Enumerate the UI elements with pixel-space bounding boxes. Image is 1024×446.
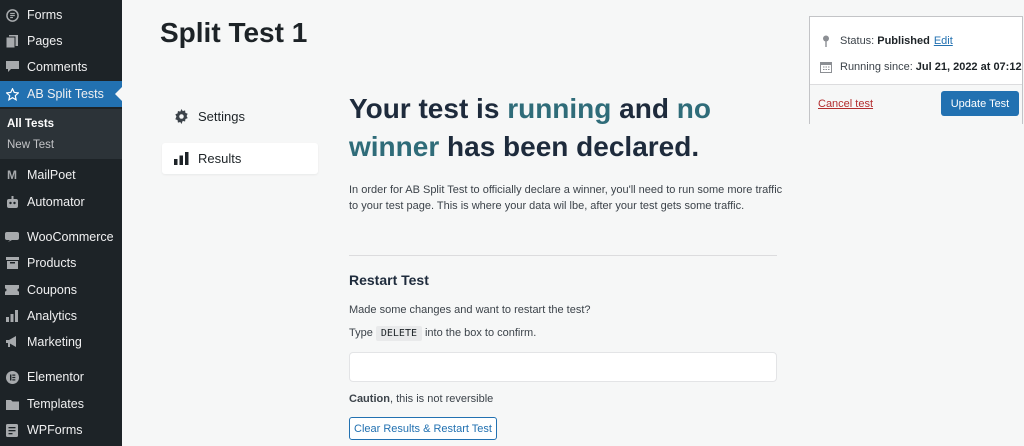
caution-text: , this is not reversible (389, 393, 494, 405)
forms-icon (5, 8, 19, 22)
cancel-test-link[interactable]: Cancel test (818, 98, 873, 110)
publish-box: Status: Published Edit Running since: Jul 2… (809, 16, 1023, 124)
running-value: Jul 21, 2022 at 07:12 (915, 61, 1022, 73)
folder-icon (5, 397, 19, 411)
pages-icon (5, 34, 19, 48)
sidebar-item-label: Automator (27, 195, 85, 209)
sidebar-item-label: Analytics (27, 309, 78, 323)
sidebar-item-coupons[interactable]: Coupons (0, 277, 122, 303)
gear-icon (173, 109, 189, 125)
restart-prompt: Made some changes and want to restart th… (349, 304, 591, 316)
tab-results[interactable]: Results (162, 143, 318, 174)
tab-settings[interactable]: Settings (162, 101, 318, 132)
comments-icon (5, 60, 19, 74)
section-divider (349, 255, 777, 256)
sidebar-item-label: WooCommerce (27, 230, 114, 244)
headline-text: and (611, 93, 677, 124)
pin-icon (820, 35, 832, 47)
caution-label: Caution (349, 393, 390, 405)
submenu-item-all-tests[interactable]: All Tests (7, 118, 54, 130)
caution-note: Caution, this is not reversible (349, 393, 493, 405)
sidebar-item-pages[interactable]: Pages (0, 28, 122, 54)
tab-label: Results (198, 151, 242, 166)
delete-code: DELETE (375, 326, 422, 341)
headline-text: has been declared. (439, 131, 700, 162)
sidebar-item-label: Comments (27, 60, 88, 74)
sidebar-item-label: Forms (27, 8, 63, 22)
elementor-icon (5, 370, 19, 384)
sidebar-item-marketing[interactable]: Marketing (0, 329, 122, 355)
sidebar-item-wpforms[interactable]: WPForms (0, 417, 122, 443)
admin-sidebar: Forms Pages Comments AB Split Tests All … (0, 0, 122, 446)
sidebar-item-label: Pages (27, 34, 63, 48)
products-icon (5, 256, 19, 270)
sidebar-item-ab-split-tests[interactable]: AB Split Tests (0, 81, 122, 107)
update-test-button[interactable]: Update Test (941, 91, 1019, 116)
status-value: Published (877, 35, 930, 47)
submenu-item-new-test[interactable]: New Test (7, 139, 54, 151)
results-description: In order for AB Split Test to officially… (349, 184, 783, 212)
publish-actions: Cancel test Update Test (810, 84, 1022, 124)
running-since-row: Running since: Jul 21, 2022 at 07:12 (820, 61, 1022, 73)
sidebar-item-templates[interactable]: Templates (0, 391, 122, 417)
confirm-instruction: Type DELETE into the box to confirm. (349, 326, 536, 341)
clear-results-restart-button[interactable]: Clear Results & Restart Test (349, 417, 497, 440)
sidebar-item-automator[interactable]: Automator (0, 189, 122, 215)
sidebar-item-label: Marketing (27, 335, 82, 349)
status-row: Status: Published Edit (820, 35, 953, 47)
running-label: Running since: (840, 61, 913, 73)
mailpoet-icon: M (7, 168, 17, 182)
restart-test-title: Restart Test (349, 272, 429, 288)
sidebar-item-label: AB Split Tests (27, 87, 104, 101)
sidebar-item-mailpoet[interactable]: M MailPoet (0, 162, 122, 188)
headline-text: Your test is (349, 93, 508, 124)
page-title: Split Test 1 (160, 17, 308, 48)
sidebar-item-label: MailPoet (27, 168, 76, 182)
sidebar-submenu: All Tests New Test (0, 109, 122, 159)
sidebar-item-analytics[interactable]: Analytics (0, 303, 122, 329)
status-label: Status: (840, 35, 875, 47)
sidebar-item-label: Elementor (27, 370, 84, 384)
sidebar-item-label: Templates (27, 397, 84, 411)
analytics-icon (5, 309, 19, 323)
sidebar-item-woocommerce[interactable]: WooCommerce (0, 224, 122, 250)
sidebar-item-elementor[interactable]: Elementor (0, 364, 122, 390)
results-headline: Your test is running and no winner has b… (349, 90, 769, 166)
confirm-delete-input[interactable] (349, 352, 777, 382)
wpforms-icon (5, 423, 19, 437)
sidebar-item-label: WPForms (27, 423, 83, 437)
sidebar-item-forms[interactable]: Forms (0, 2, 122, 28)
instruction-text: Type (349, 327, 373, 339)
headline-highlight-running: running (507, 93, 612, 124)
edit-status-link[interactable]: Edit (934, 35, 953, 47)
instruction-text: into the box to confirm. (424, 327, 537, 339)
woocommerce-icon (5, 230, 19, 244)
megaphone-icon (5, 335, 19, 349)
calendar-icon (820, 61, 832, 73)
coupons-icon (5, 283, 19, 297)
star-icon (5, 87, 19, 101)
sidebar-item-comments[interactable]: Comments (0, 54, 122, 80)
sidebar-item-products[interactable]: Products (0, 250, 122, 276)
sidebar-item-label: Coupons (27, 283, 78, 297)
automator-icon (5, 195, 19, 209)
sidebar-item-label: Products (27, 256, 77, 270)
tab-label: Settings (198, 109, 245, 124)
bar-chart-icon (173, 151, 189, 167)
